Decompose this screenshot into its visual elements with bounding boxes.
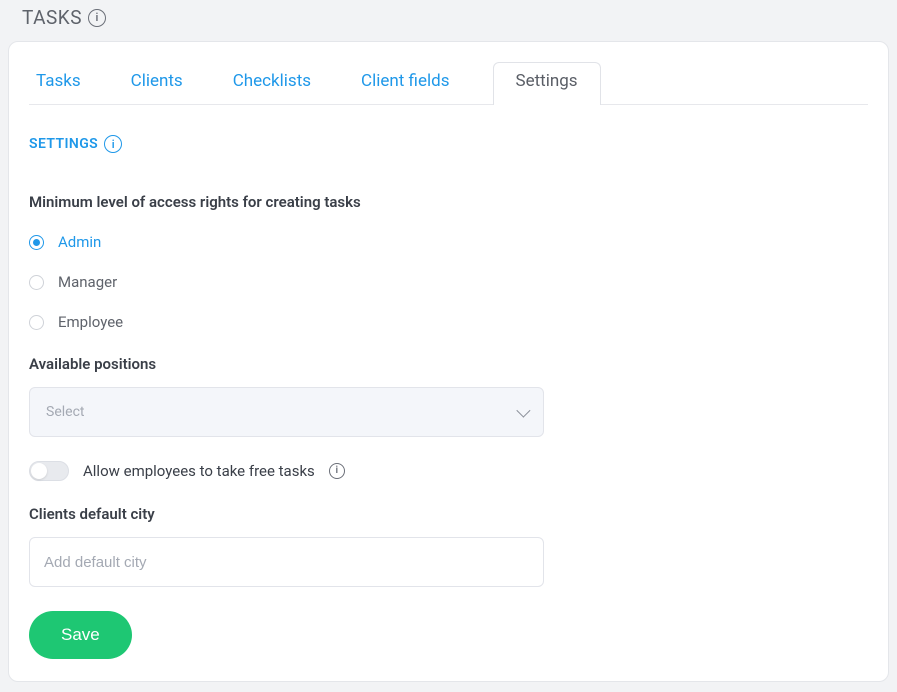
tab-client-fields[interactable]: Client fields xyxy=(354,62,456,105)
info-icon[interactable]: i xyxy=(104,135,122,153)
default-city-input[interactable] xyxy=(29,537,544,587)
radio-icon xyxy=(29,275,44,290)
radio-icon xyxy=(29,235,44,250)
radio-icon xyxy=(29,315,44,330)
free-tasks-toggle-label: Allow employees to take free tasks xyxy=(83,462,315,480)
positions-placeholder: Select xyxy=(46,404,84,420)
tab-bar: Tasks Clients Checklists Client fields S… xyxy=(29,42,868,105)
info-icon[interactable]: i xyxy=(88,9,106,27)
tab-tasks[interactable]: Tasks xyxy=(29,62,88,105)
radio-employee[interactable]: Employee xyxy=(29,313,868,331)
radio-manager[interactable]: Manager xyxy=(29,273,868,291)
radio-label: Employee xyxy=(58,313,123,331)
chevron-down-icon xyxy=(516,404,530,418)
radio-admin[interactable]: Admin xyxy=(29,233,868,251)
city-label: Clients default city xyxy=(29,505,868,523)
tab-checklists[interactable]: Checklists xyxy=(226,62,318,105)
save-button[interactable]: Save xyxy=(29,611,132,659)
section-heading: SETTINGS xyxy=(29,136,98,152)
free-tasks-toggle-row: Allow employees to take free tasks i xyxy=(29,461,868,481)
radio-label: Manager xyxy=(58,273,117,291)
settings-card: Tasks Clients Checklists Client fields S… xyxy=(8,41,889,682)
access-level-radio-group: Admin Manager Employee xyxy=(29,233,868,331)
tab-settings[interactable]: Settings xyxy=(493,62,601,105)
positions-select[interactable]: Select xyxy=(29,387,544,437)
info-icon[interactable]: i xyxy=(329,463,345,479)
radio-label: Admin xyxy=(58,233,101,251)
free-tasks-toggle[interactable] xyxy=(29,461,69,481)
section-heading-row: SETTINGS i xyxy=(29,135,868,153)
page-title: TASKS xyxy=(22,6,82,29)
access-level-label: Minimum level of access rights for creat… xyxy=(29,193,868,211)
positions-label: Available positions xyxy=(29,355,868,373)
tab-clients[interactable]: Clients xyxy=(124,62,190,105)
